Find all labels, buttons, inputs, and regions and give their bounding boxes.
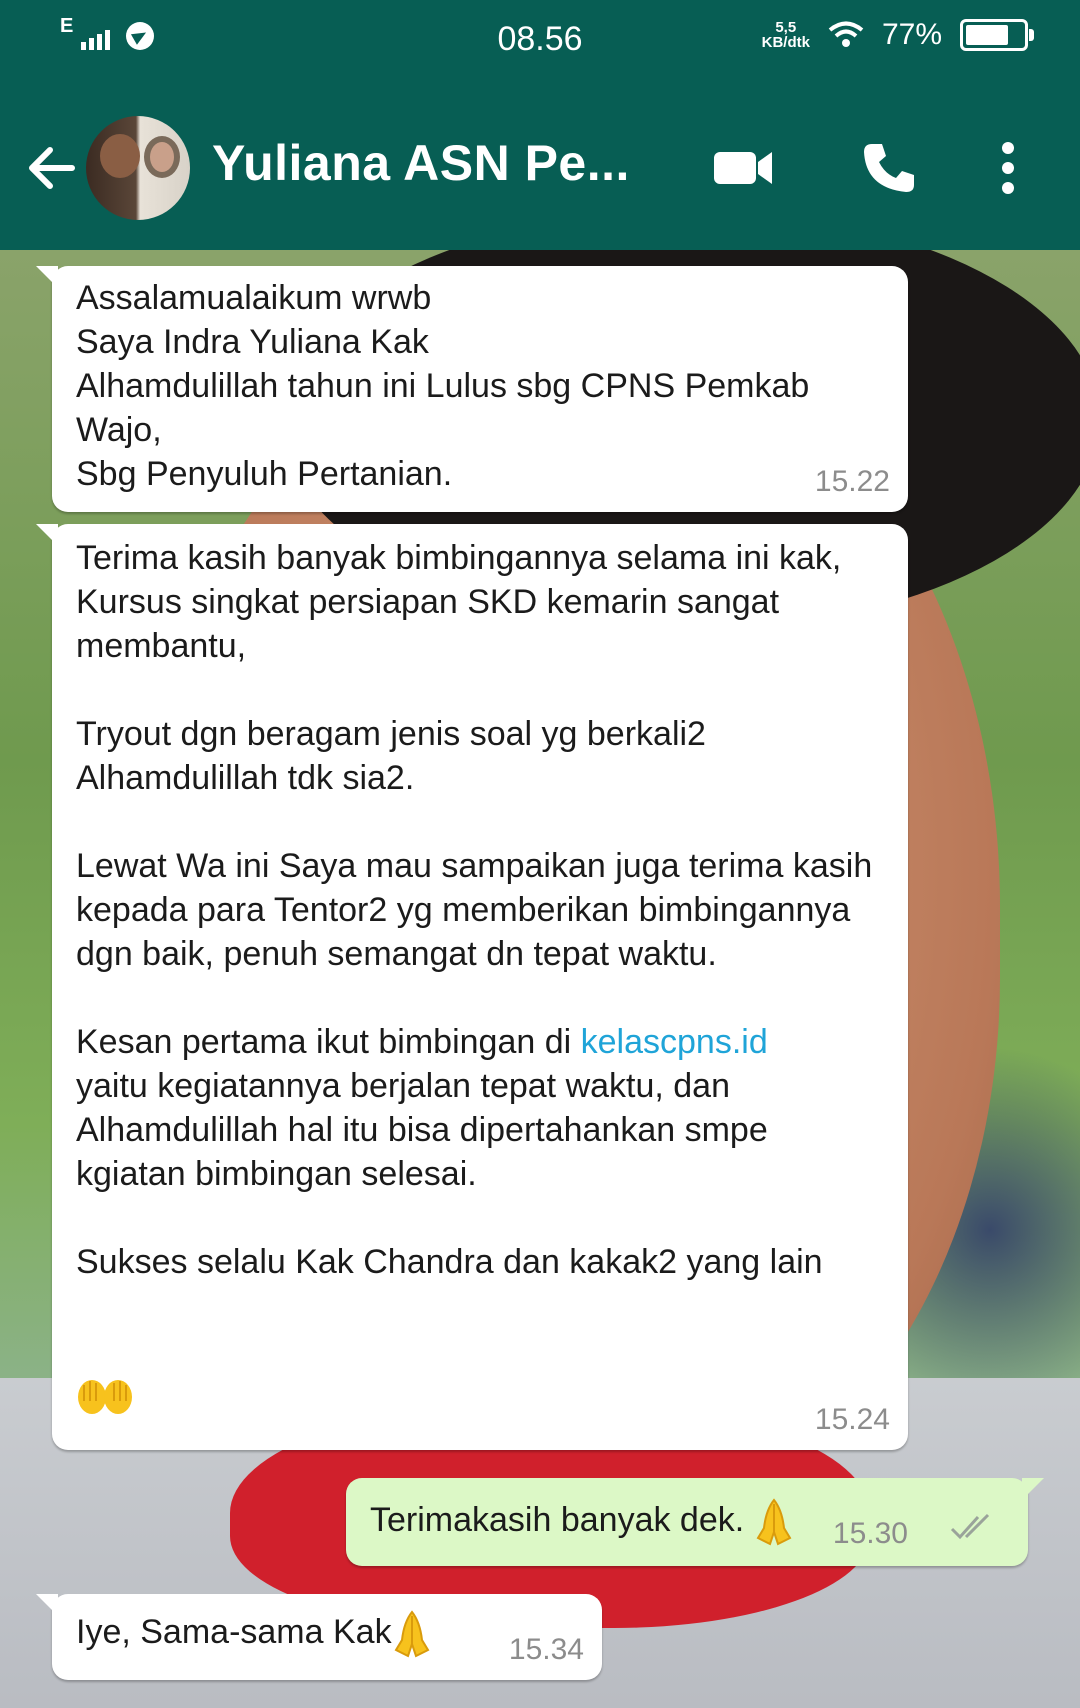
network-speed-value: 5,5 [775,19,797,36]
contact-avatar[interactable] [86,116,190,220]
message-text: Assalamualaikum wrwb Saya Indra Yuliana … [76,279,810,493]
message-text-content: Terimakasih banyak dek. [370,1501,754,1539]
back-arrow-icon[interactable] [22,138,82,198]
message-text: Iye, Sama-sama Kak [76,1610,432,1658]
phone-icon[interactable] [858,138,918,203]
message-time: 15.22 [814,465,890,498]
message-text-content: Iye, Sama-sama Kak [76,1613,392,1651]
avatar-person-1 [100,134,140,178]
message-time: 15.34 [508,1633,584,1666]
message-text: Terimakasih banyak dek. [370,1498,794,1546]
message-text-part1: Terima kasih banyak bimbingannya selama … [76,539,873,1061]
battery-fill [966,25,1008,45]
network-speed: 5,5 KB/dtk [762,20,810,50]
folded-hands-emoji [392,1610,432,1658]
message-bubble-incoming[interactable]: Assalamualaikum wrwb Saya Indra Yuliana … [36,266,908,512]
message-bubble-incoming[interactable]: Iye, Sama-sama Kak 15.34 [36,1594,602,1680]
battery-icon [960,19,1034,51]
message-time: 15.30 [832,1517,908,1550]
message-text: Terima kasih banyak bimbingannya selama … [76,536,882,1284]
message-time: 15.24 [814,1403,890,1436]
message-bubble-outgoing[interactable]: Terimakasih banyak dek. 15.30 [346,1478,1044,1566]
contact-name[interactable]: Yuliana ASN Pe... [212,134,630,192]
raising-hands-emoji [76,1372,134,1417]
folded-hands-emoji [754,1498,794,1546]
more-vert-icon[interactable] [996,138,1020,203]
battery-percent: 77% [881,18,942,51]
chat-header: Yuliana ASN Pe... [0,86,1080,250]
status-right: 5,5 KB/dtk 77% [762,18,1034,52]
wifi-icon [828,20,864,50]
status-bar: E 08.56 5,5 KB/dtk 77% [0,0,1080,86]
video-call-icon[interactable] [712,138,776,203]
message-text-part2: yaitu kegiatannya berjalan tepat waktu, … [76,1067,823,1281]
avatar-person-2 [144,136,180,178]
message-link[interactable]: kelascpns.id [581,1023,768,1061]
message-bubble-incoming[interactable]: Terima kasih banyak bimbingannya selama … [36,524,908,1450]
double-check-icon [948,1510,998,1554]
network-speed-unit: KB/dtk [761,34,810,51]
